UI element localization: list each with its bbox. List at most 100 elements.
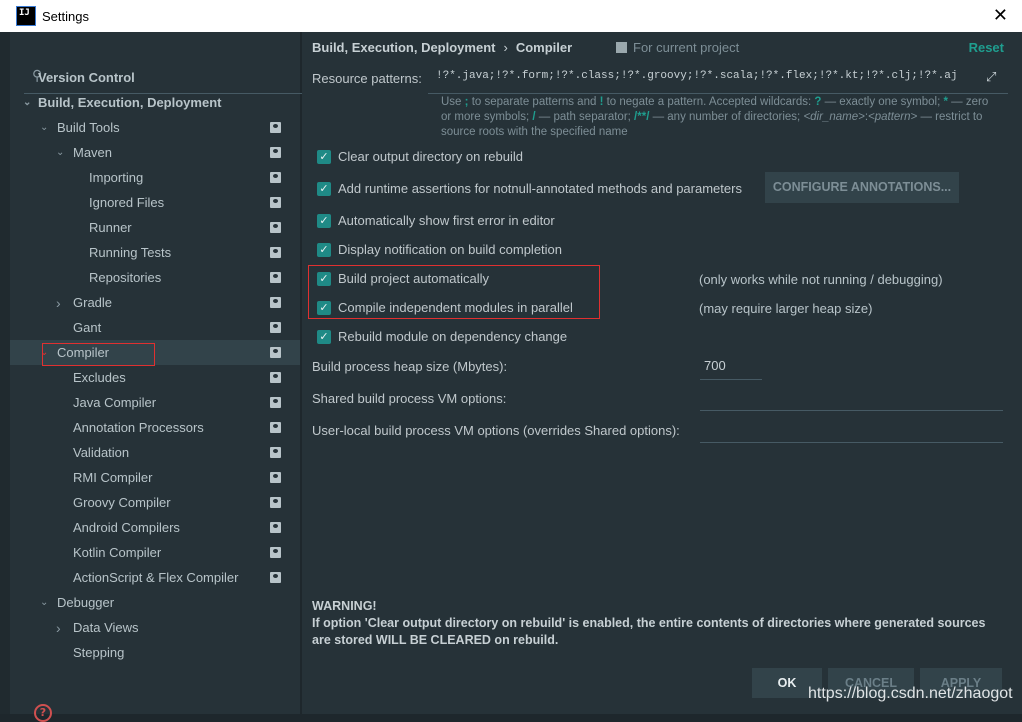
project-level-icon (270, 497, 281, 508)
project-level-icon (270, 297, 281, 308)
option-label: Add runtime assertions for notnull-annot… (338, 181, 742, 196)
tree-item[interactable]: › Data Views (10, 615, 300, 640)
tree-item-label: Repositories (89, 270, 162, 285)
tree-item-label: Android Compilers (73, 520, 180, 535)
help-icon[interactable]: ? (34, 704, 52, 722)
option-checkbox[interactable]: ✓ Add runtime assertions for notnull-anno… (317, 181, 742, 196)
option-checkbox[interactable]: ✓ Clear output directory on rebuild (317, 149, 523, 164)
highlight-box (308, 265, 600, 319)
compiler-highlight-box (42, 343, 155, 366)
tree-item-label: Runner (89, 220, 132, 235)
compiler-settings-panel: Build, Execution, Deployment › Compiler Fo… (302, 32, 1022, 714)
editor-edge (0, 32, 10, 714)
chevron-down-icon[interactable]: ⌄ (40, 122, 48, 133)
tree-item-label: Validation (73, 445, 130, 460)
project-level-icon (270, 222, 281, 233)
option-label: Rebuild module on dependency change (338, 329, 568, 344)
breadcrumb-separator: › (503, 40, 508, 55)
chevron-down-icon[interactable]: ⌄ (56, 147, 64, 158)
expand-icon[interactable]: ⤢ (986, 69, 996, 85)
tree-item[interactable]: ⌄ Maven (10, 140, 300, 165)
local-vm-options-label: User-local build process VM options (ove… (312, 423, 680, 438)
tree-item-label: Running Tests (89, 245, 172, 260)
shared-vm-options-label: Shared build process VM options: (312, 391, 507, 406)
tree-item[interactable]: › Gradle (10, 290, 300, 315)
option-note: (only works while not running / debuggin… (699, 272, 943, 287)
tree-item-label: Build Tools (57, 120, 120, 135)
tree-item-label: Data Views (73, 620, 139, 635)
tree-item[interactable]: Importing (10, 165, 300, 190)
scope-indicator: For current project (616, 40, 739, 55)
tree-item-label: Groovy Compiler (73, 495, 171, 510)
reset-link[interactable]: Reset (969, 40, 1004, 55)
tree-item-label: Annotation Processors (73, 420, 204, 435)
project-level-icon (270, 372, 281, 383)
chevron-right-icon[interactable]: › (56, 620, 61, 636)
tree-item[interactable]: ⌄ Build, Execution, Deployment (10, 90, 300, 115)
tree-item[interactable]: ⌄ Build Tools (10, 115, 300, 140)
tree-item[interactable]: Validation (10, 440, 300, 465)
tree-item-label: Importing (89, 170, 144, 185)
tree-item[interactable]: Kotlin Compiler (10, 540, 300, 565)
tree-item[interactable]: Android Compilers (10, 515, 300, 540)
project-level-icon (270, 172, 281, 183)
tree-item[interactable]: ActionScript & Flex Compiler (10, 565, 300, 590)
tree-item-label: Build, Execution, Deployment (38, 95, 222, 110)
tree-item-label: Kotlin Compiler (73, 545, 162, 560)
chevron-right-icon[interactable]: › (56, 295, 61, 311)
tree-item[interactable]: Annotation Processors (10, 415, 300, 440)
heap-size-input[interactable]: 700 (700, 358, 762, 380)
tree-item-label: Excludes (73, 370, 126, 385)
option-checkbox[interactable]: ✓ Automatically show first error in edito… (317, 213, 555, 228)
chevron-down-icon[interactable]: ⌄ (40, 597, 48, 608)
tree-item[interactable]: Runner (10, 215, 300, 240)
tree-item[interactable]: RMI Compiler (10, 465, 300, 490)
checkbox-checked-icon[interactable]: ✓ (317, 329, 331, 344)
checkbox-checked-icon[interactable]: ✓ (317, 213, 331, 228)
settings-sidebar: ⚲ Version Control ⌄ Build, Execution, Depl… (10, 32, 308, 722)
breadcrumb-parent[interactable]: Build, Execution, Deployment (312, 40, 495, 55)
window-title: Settings (42, 8, 89, 24)
option-label: Display notification on build completion (338, 242, 563, 257)
tree-item[interactable]: Excludes (10, 365, 300, 390)
option-label: Clear output directory on rebuild (338, 149, 523, 164)
chevron-down-icon[interactable]: ⌄ (23, 97, 31, 108)
close-icon[interactable]: ✕ (993, 5, 1008, 26)
tree-item[interactable]: Running Tests (10, 240, 300, 265)
warning-text: WARNING! If option 'Clear output director… (312, 598, 992, 649)
project-level-icon (270, 322, 281, 333)
tree-item[interactable]: ⌄ Debugger (10, 590, 300, 615)
resource-patterns-input[interactable]: !?*.java;!?*.form;!?*.class;!?*.groovy;!… (436, 70, 958, 82)
tree-item[interactable]: Java Compiler (10, 390, 300, 415)
project-level-icon (270, 197, 281, 208)
tree-item[interactable]: Version Control (10, 65, 300, 90)
breadcrumb-current: Compiler (515, 40, 573, 55)
project-level-icon (270, 347, 281, 358)
project-level-icon (270, 447, 281, 458)
tree-item[interactable]: Gant (10, 315, 300, 340)
checkbox-checked-icon[interactable]: ✓ (317, 149, 331, 164)
shared-vm-options-input[interactable] (700, 388, 1003, 411)
breadcrumb: Build, Execution, Deployment › Compiler (312, 40, 572, 55)
local-vm-options-input[interactable] (700, 420, 1003, 443)
tree-item-label: ActionScript & Flex Compiler (73, 570, 239, 585)
resource-patterns-underline (428, 93, 1008, 94)
tree-item[interactable]: Repositories (10, 265, 300, 290)
project-level-icon (270, 472, 281, 483)
intellij-logo-icon: IJ (16, 6, 36, 26)
tree-item[interactable]: Ignored Files (10, 190, 300, 215)
project-level-icon (270, 522, 281, 533)
heap-size-label: Build process heap size (Mbytes): (312, 359, 508, 374)
checkbox-checked-icon[interactable]: ✓ (317, 181, 331, 196)
tree-item[interactable]: Groovy Compiler (10, 490, 300, 515)
option-checkbox[interactable]: ✓ Display notification on build completio… (317, 242, 562, 257)
project-level-icon (270, 247, 281, 258)
option-checkbox[interactable]: ✓ Rebuild module on dependency change (317, 329, 567, 344)
resource-patterns-label: Resource patterns: (312, 71, 422, 86)
tree-item[interactable]: Stepping (10, 640, 300, 665)
project-level-icon (270, 547, 281, 558)
configure-annotations-button[interactable]: CONFIGURE ANNOTATIONS... (765, 172, 959, 203)
project-level-icon (270, 122, 281, 133)
project-icon (616, 42, 627, 53)
checkbox-checked-icon[interactable]: ✓ (317, 242, 331, 257)
